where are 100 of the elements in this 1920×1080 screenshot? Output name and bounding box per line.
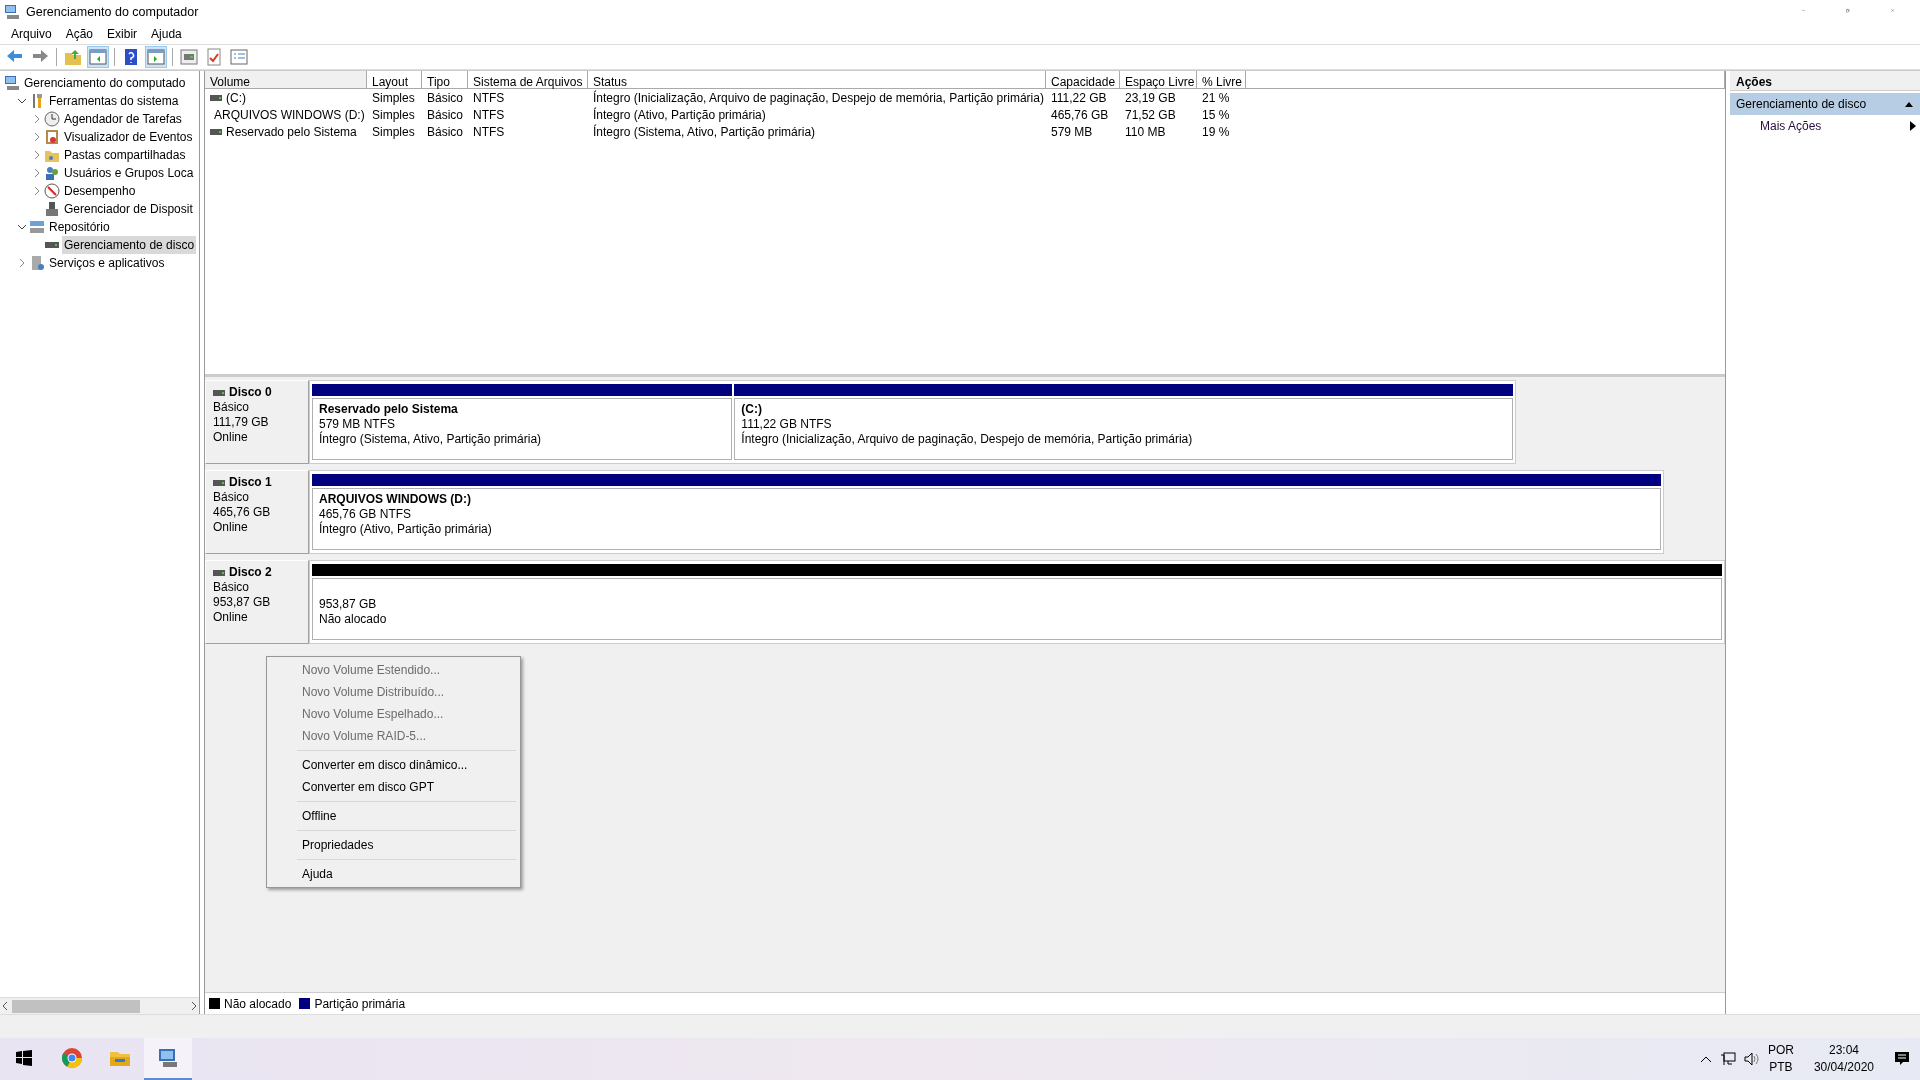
menu-item[interactable]: Ação <box>58 25 101 43</box>
column-header[interactable]: Sistema de Arquivos <box>468 71 588 89</box>
table-cell-text: 579 MB <box>1050 123 1094 140</box>
language-indicator[interactable]: POR PTB <box>1767 1042 1794 1076</box>
network-icon[interactable] <box>1719 1052 1736 1066</box>
tree-item[interactable]: Usuários e Grupos Loca <box>62 164 196 182</box>
drive-icon <box>210 93 222 102</box>
tree-item[interactable]: Repositório <box>47 218 112 236</box>
menu-item[interactable]: Arquivo <box>4 25 59 43</box>
menu-item[interactable]: Converter em disco GPT <box>269 776 518 798</box>
list-icon[interactable] <box>228 46 250 68</box>
disk-size: 111,79 GB <box>213 415 270 430</box>
table-cell-text: ARQUIVOS WINDOWS (D:) <box>214 106 365 124</box>
menu-item[interactable]: Converter em disco dinâmico... <box>269 754 518 776</box>
table-cell-text: Íntegro (Inicialização, Arquivo de paginação, Despejo de memória, Partição primária) <box>592 89 1045 106</box>
clock-icon <box>44 111 60 127</box>
menu-item[interactable]: Propriedades <box>269 834 518 856</box>
disk-status: Online <box>213 610 249 625</box>
disk-status: Online <box>213 520 249 535</box>
chevron-up-icon[interactable] <box>1699 1055 1712 1063</box>
scroll-right-icon[interactable] <box>189 1000 199 1012</box>
table-cell-text: Reservado pelo Sistema <box>226 123 357 141</box>
menu-item[interactable]: Ajuda <box>269 863 518 885</box>
table-cell-text: Simples <box>371 106 416 123</box>
partition-size: 111,22 GB NTFS <box>741 417 833 431</box>
tree-item[interactable]: Gerenciamento do computado <box>22 74 188 92</box>
drive-icon <box>213 568 225 577</box>
disk-size: 953,87 GB <box>213 595 272 610</box>
partition-area[interactable]: 953,87 GB Não alocado <box>312 578 1722 640</box>
partition-status: Não alocado <box>319 612 388 627</box>
column-header[interactable]: Volume <box>205 71 367 89</box>
table-cell-text: 23,19 GB <box>1124 89 1177 106</box>
table-cell-text: Íntegro (Sistema, Ativo, Partição primária) <box>592 123 817 140</box>
partition-area[interactable]: Reservado pelo Sistema 579 MB NTFS Íntegro (Sistema, Ativo, Partição primária) <box>312 398 733 460</box>
speaker-icon[interactable] <box>1743 1052 1760 1066</box>
disk-label-panel[interactable]: Disco 1 Básico 465,76 GB Online <box>205 470 309 554</box>
scroll-left-icon[interactable] <box>0 1000 10 1012</box>
gauge-icon <box>44 183 60 199</box>
column-header[interactable]: % Livre <box>1197 71 1246 89</box>
table-cell-text: 111,22 GB <box>1050 89 1108 106</box>
connector-icon[interactable] <box>178 46 200 68</box>
menu-item[interactable]: Ajuda <box>144 25 189 43</box>
column-header[interactable]: Capacidade <box>1046 71 1120 89</box>
partition-status: Íntegro (Sistema, Ativo, Partição primária) <box>319 432 543 447</box>
table-cell-text: 71,52 GB <box>1124 106 1177 123</box>
table-cell-text: Simples <box>371 89 416 106</box>
table-cell-text: 15 % <box>1201 106 1231 123</box>
tree-item[interactable]: Desempenho <box>62 182 138 200</box>
disk-type: Básico <box>213 490 251 505</box>
storage-icon <box>29 219 45 235</box>
column-header[interactable]: Espaço Livre <box>1120 71 1197 89</box>
table-cell-text: 19 % <box>1201 123 1231 140</box>
tree-item[interactable]: Serviços e aplicativos <box>47 254 167 272</box>
partition-status: Íntegro (Ativo, Partição primária) <box>319 522 493 537</box>
disk-label-panel[interactable]: Disco 2 Básico 953,87 GB Online <box>205 560 309 644</box>
drive-icon <box>210 127 222 136</box>
drive-icon <box>213 478 225 487</box>
partition-area[interactable]: ARQUIVOS WINDOWS (D:) 465,76 GB NTFS Íntegro (Ativo, Partição primária) <box>312 488 1661 550</box>
partition-size: 579 MB NTFS <box>319 417 397 431</box>
column-header[interactable]: Layout <box>367 71 422 89</box>
notification-icon[interactable] <box>1894 1051 1910 1067</box>
tree-item[interactable]: Visualizador de Eventos <box>62 128 195 146</box>
table-cell-text: NTFS <box>472 89 506 106</box>
window-title: Gerenciamento do computador <box>26 3 199 21</box>
disk-size: 465,76 GB <box>213 505 272 520</box>
table-cell-text: 110 MB <box>1124 123 1167 140</box>
collapse-icon <box>1904 100 1914 108</box>
menu-item[interactable]: Offline <box>269 805 518 827</box>
column-header[interactable]: Status <box>588 71 1046 89</box>
table-cell-text: Básico <box>426 106 465 123</box>
disk-label-panel[interactable]: Disco 0 Básico 111,79 GB Online <box>205 380 309 464</box>
tree-item[interactable]: Agendador de Tarefas <box>62 110 184 128</box>
tree-item[interactable]: Pastas compartilhadas <box>62 146 188 164</box>
table-cell-text: 465,76 GB <box>1050 106 1110 123</box>
column-header[interactable]: Tipo <box>422 71 468 89</box>
tree-item[interactable]: Gerenciamento de disco <box>62 236 197 254</box>
actions-title: Ações <box>1730 71 1920 91</box>
disk-name: Disco 0 <box>229 385 272 400</box>
actions-section[interactable]: Gerenciamento de disco <box>1730 93 1920 115</box>
device-icon <box>44 201 60 217</box>
partition-area[interactable]: (C:) 111,22 GB NTFS Íntegro (Inicialização, Arquivo de paginação, Despejo de memória, Partição primária) <box>734 398 1513 460</box>
disk-type: Básico <box>213 400 251 415</box>
disk-name: Disco 1 <box>229 475 272 490</box>
clock[interactable]: 23:04 30/04/2020 <box>1813 1042 1874 1076</box>
legend-label: Não alocado <box>224 995 292 1013</box>
tree-item[interactable]: Gerenciador de Disposit <box>62 200 195 218</box>
menu-item[interactable]: Exibir <box>100 25 145 43</box>
table-cell-text: (C:) <box>226 89 246 107</box>
drive-icon <box>213 388 225 397</box>
table-cell-text: Básico <box>426 123 465 140</box>
partition-title: Reservado pelo Sistema <box>319 402 458 416</box>
taskbar-app[interactable] <box>144 1038 192 1080</box>
computer-icon <box>157 1047 179 1069</box>
tree-item[interactable]: Ferramentas do sistema <box>47 92 181 110</box>
action-link[interactable]: Mais Ações <box>1730 115 1920 137</box>
scrollbar-thumb[interactable] <box>12 999 140 1013</box>
panel-icon[interactable] <box>145 46 167 68</box>
panel-icon[interactable] <box>87 46 109 68</box>
disk-name: Disco 2 <box>229 565 272 580</box>
submenu-arrow-icon <box>1910 121 1916 131</box>
